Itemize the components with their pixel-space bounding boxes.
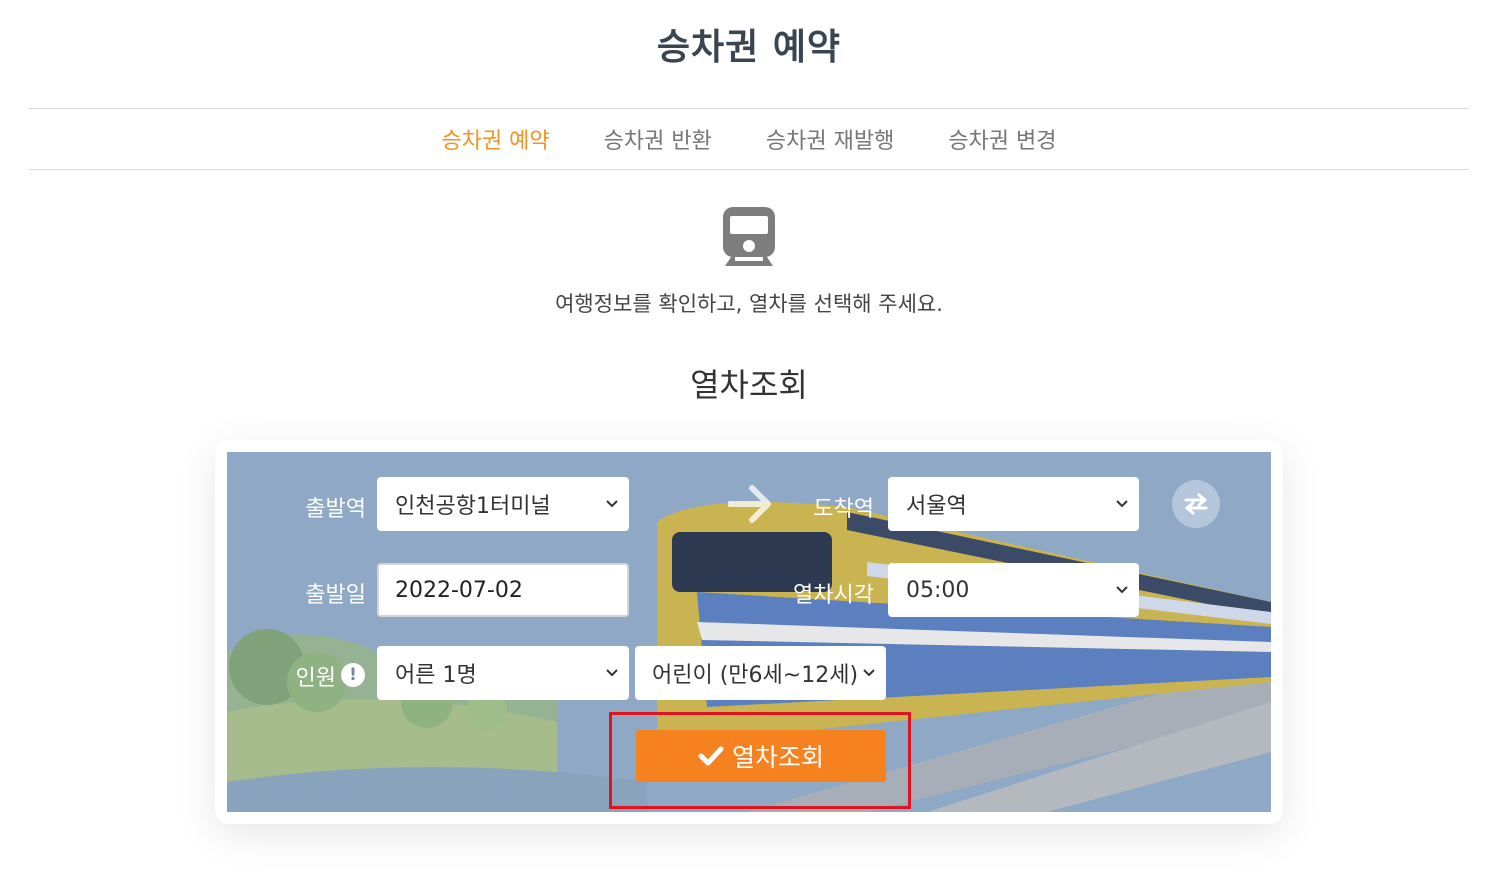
guide-text: 여행정보를 확인하고, 열차를 선택해 주세요.	[555, 292, 943, 316]
departure-value: 인천공항1터미널	[395, 494, 551, 519]
chevron-down-icon	[606, 500, 618, 508]
child-value: 어린이 (만6세~12세)	[652, 663, 859, 688]
arrival-label: 도착역	[813, 497, 874, 522]
tab-refund[interactable]: 승차권 반환	[577, 123, 739, 155]
train-icon	[723, 207, 775, 266]
swap-stations-button[interactable]	[1172, 480, 1220, 528]
tab-change[interactable]: 승차권 변경	[921, 123, 1083, 155]
chevron-down-icon	[1116, 500, 1128, 508]
adult-select[interactable]: 어른 1명	[377, 646, 629, 700]
highlight-box	[609, 712, 911, 809]
date-input[interactable]: 2022-07-02	[377, 563, 629, 617]
arrival-value: 서울역	[906, 494, 967, 519]
section-title: 열차조회	[690, 366, 808, 404]
date-value: 2022-07-02	[395, 577, 523, 603]
time-select[interactable]: 05:00	[888, 563, 1139, 617]
departure-select[interactable]: 인천공항1터미널	[377, 477, 629, 531]
time-label: 열차시각	[793, 583, 874, 608]
chevron-down-icon	[606, 669, 618, 677]
chevron-down-icon	[863, 669, 875, 677]
tab-bar: 승차권 예약 승차권 반환 승차권 재발행 승차권 변경	[29, 108, 1469, 170]
page-title: 승차권 예약	[656, 27, 842, 68]
chevron-down-icon	[1116, 586, 1128, 594]
tab-reservation[interactable]: 승차권 예약	[414, 123, 576, 155]
tab-reissue[interactable]: 승차권 재발행	[739, 123, 921, 155]
swap-icon	[1184, 493, 1208, 515]
info-icon[interactable]: !	[341, 663, 365, 687]
time-value: 05:00	[906, 577, 970, 603]
arrival-select[interactable]: 서울역	[888, 477, 1139, 531]
child-select[interactable]: 어린이 (만6세~12세)	[635, 646, 886, 700]
date-label: 출발일	[305, 583, 366, 608]
adult-value: 어른 1명	[395, 663, 477, 688]
departure-label: 출발역	[305, 497, 366, 522]
arrow-right-icon	[728, 485, 771, 523]
passenger-label: 인원	[295, 666, 336, 691]
